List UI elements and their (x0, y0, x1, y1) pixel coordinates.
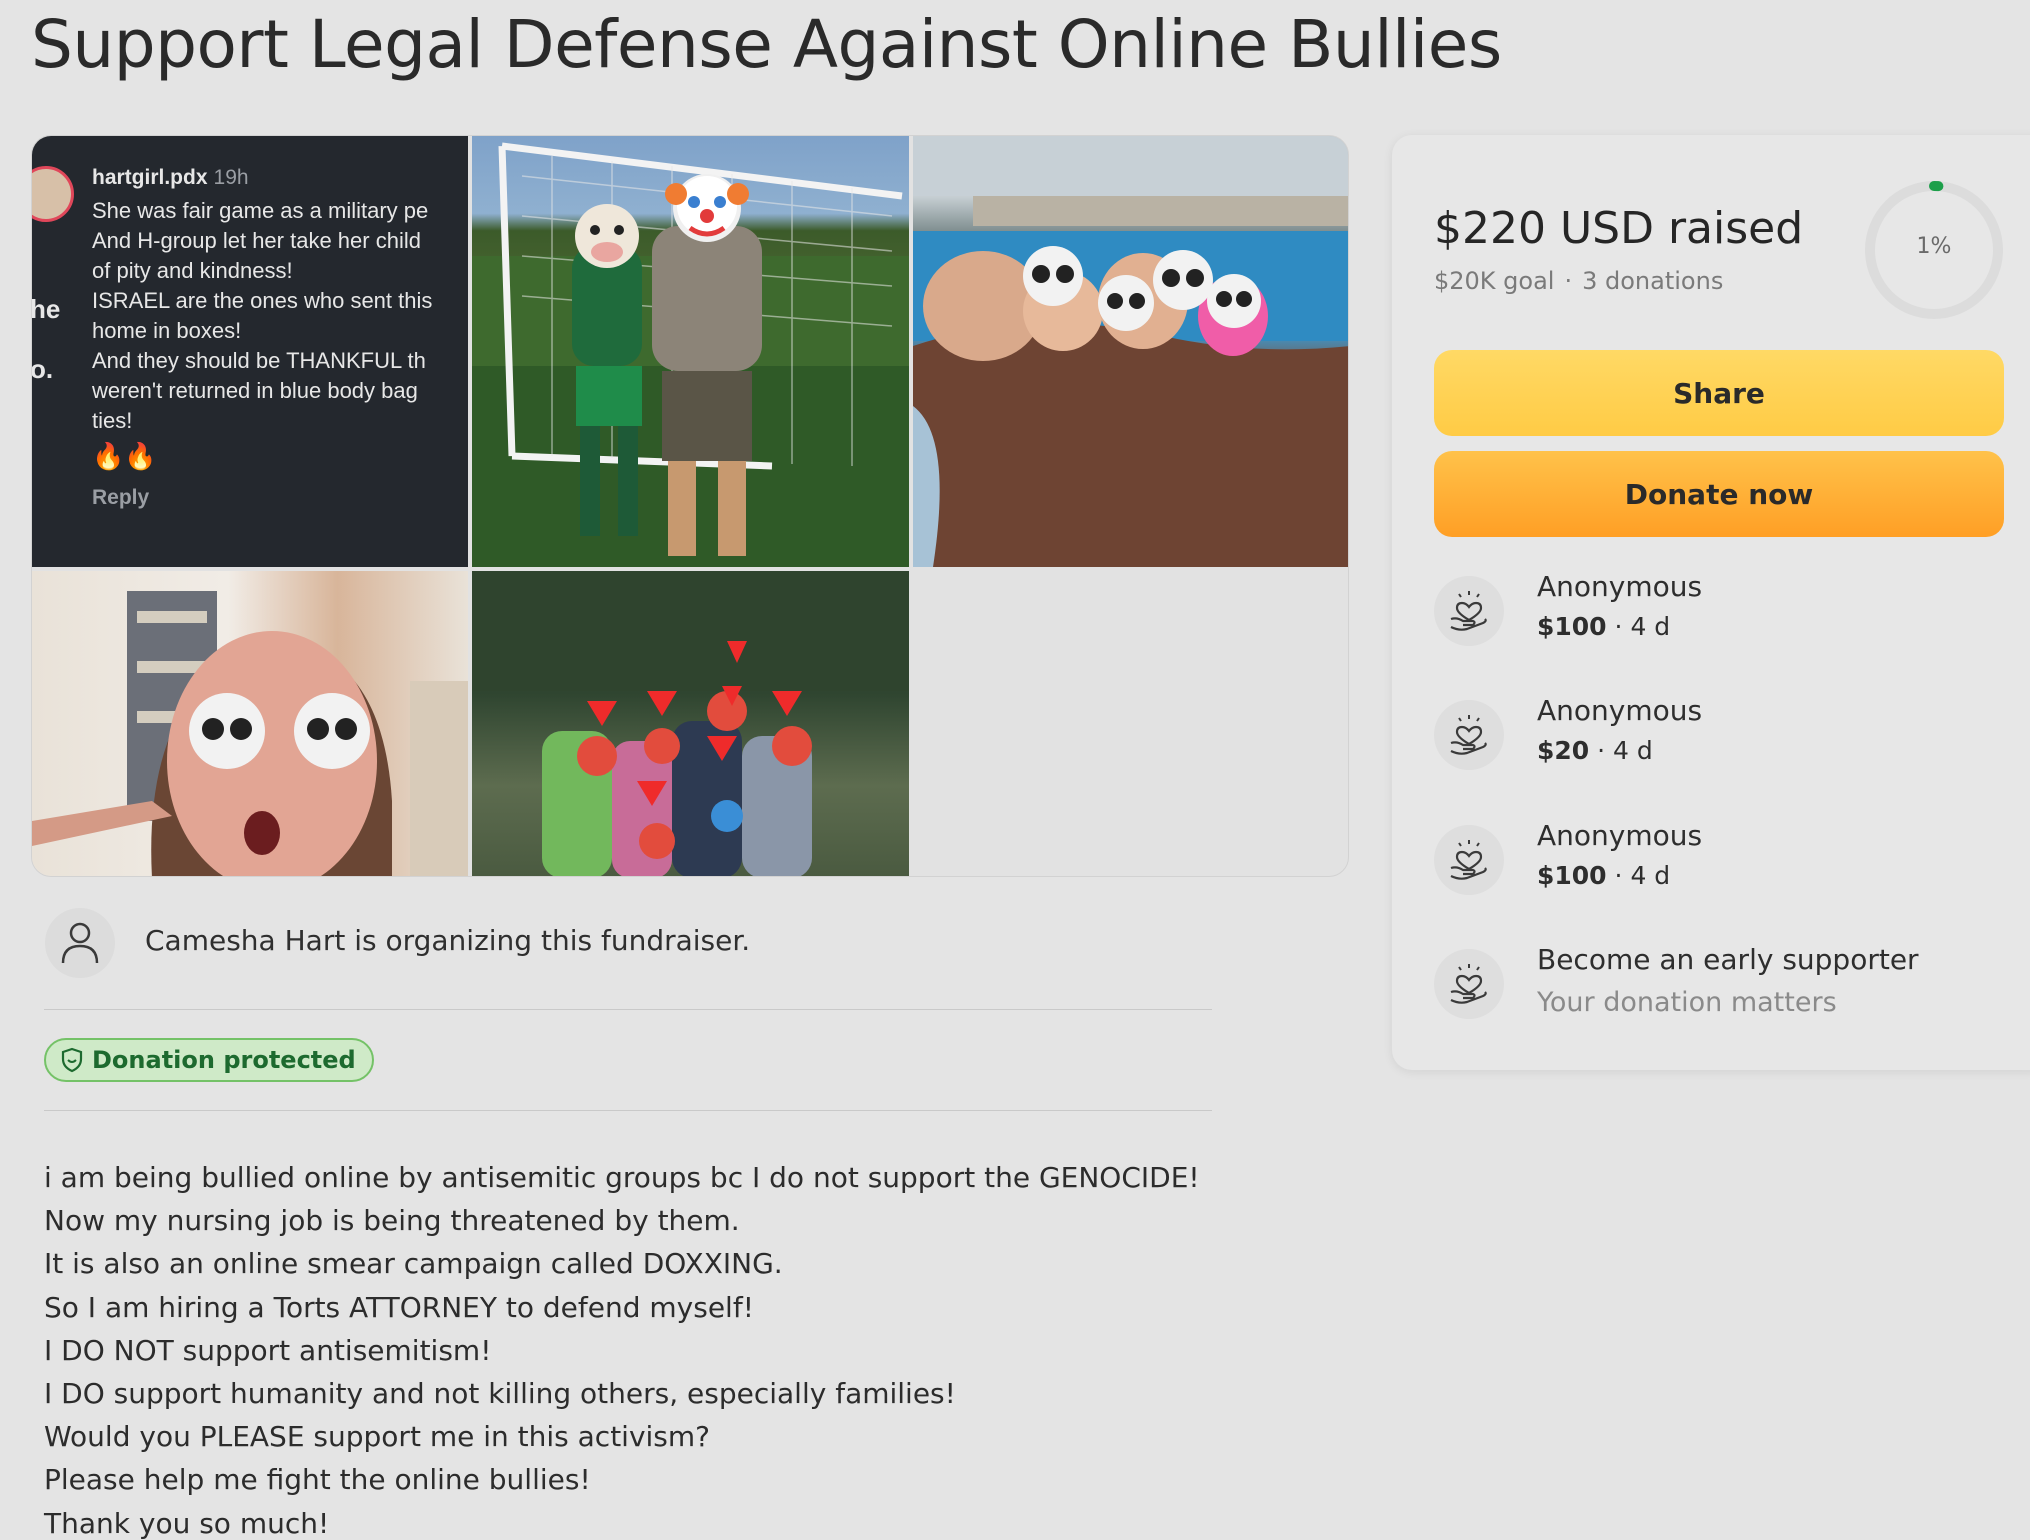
donor-name: Anonymous (1537, 819, 1703, 852)
family-scene (472, 571, 909, 876)
soccer-scene (472, 142, 909, 567)
story-line: Now my nursing job is being threatened b… (44, 1204, 740, 1238)
story-line: I DO NOT support antisemitism! (44, 1333, 492, 1367)
photo-comment-screenshot[interactable]: hartgirl.pdx 19h She was fair game as a m… (32, 136, 468, 567)
comment-edge-text: he (32, 294, 61, 324)
story-line: i am being bullied online by antisemitic… (44, 1161, 1200, 1194)
story-line: Thank you so much! (44, 1506, 330, 1540)
donor-amount-line: $20 · 4 d (1537, 736, 1653, 765)
story-line: It is also an online smear campaign call… (44, 1247, 783, 1281)
person-icon (61, 922, 99, 964)
donor-name: Anonymous (1537, 694, 1703, 727)
share-button[interactable]: Share (1434, 350, 2004, 436)
commenter-avatar (32, 166, 74, 222)
early-supporter-item[interactable]: Become an early supporter Your donation … (1434, 943, 1994, 1033)
badge-label: Donation protected (92, 1046, 356, 1074)
amount-raised: $220 USD raised (1434, 203, 1804, 254)
donor-age: 4 d (1613, 736, 1653, 765)
comment-edge-text: o. (32, 354, 54, 384)
organizer-text: Camesha Hart is organizing this fundrais… (145, 924, 751, 957)
photo-collage[interactable]: hartgirl.pdx 19h She was fair game as a m… (31, 135, 1349, 877)
photo-skull-eyes[interactable] (32, 571, 468, 876)
shield-icon (61, 1047, 83, 1073)
donor-amount-line: $100 · 4 d (1537, 861, 1671, 890)
donor-icon-wrap (1434, 700, 1504, 770)
donor-item: Anonymous $20 · 4 d (1434, 694, 1994, 784)
donor-amount: $20 (1537, 736, 1590, 765)
heart-hand-icon (1450, 964, 1487, 1004)
meta-separator: · (1564, 267, 1573, 295)
photo-family-group[interactable] (472, 571, 909, 876)
comment-reply-link: Reply (92, 486, 150, 509)
story-line: I DO support humanity and not killing ot… (44, 1377, 956, 1411)
pool-scene (913, 136, 1348, 567)
donation-protected-badge[interactable]: Donation protected (44, 1038, 374, 1082)
comment-time: 19h (213, 166, 249, 189)
donate-now-button[interactable]: Donate now (1434, 451, 2004, 537)
organizer-avatar (45, 908, 115, 978)
story-line: Would you PLEASE support me in this acti… (44, 1420, 711, 1454)
donor-age: 4 d (1630, 612, 1671, 641)
donor-amount-line: $100 · 4 d (1537, 612, 1671, 641)
divider (44, 1009, 1212, 1010)
skull-eyes-scene (32, 591, 468, 876)
early-supporter-title: Become an early supporter (1537, 943, 1919, 976)
divider (44, 1110, 1212, 1111)
donor-icon-wrap (1434, 949, 1504, 1019)
comment-username-text: hartgirl.pdx (92, 166, 208, 189)
donor-age: 4 d (1630, 861, 1671, 890)
heart-hand-icon (1450, 591, 1487, 631)
photo-pool[interactable] (913, 136, 1348, 567)
page-title: Support Legal Defense Against Online Bul… (31, 6, 1502, 83)
donor-amount: $100 (1537, 861, 1607, 890)
goal-meta: $20K goal · 3 donations (1434, 267, 1723, 295)
progress-percent: 1% (1916, 234, 1952, 259)
donor-amount: $100 (1537, 612, 1607, 641)
photo-soccer-field[interactable] (472, 136, 909, 567)
fundraiser-story: i am being bullied online by antisemitic… (44, 1156, 1244, 1540)
comment-body: She was fair game as a military pe And H… (92, 198, 433, 433)
heart-hand-icon (1450, 715, 1487, 755)
goal-amount: $20K goal (1434, 267, 1555, 295)
donor-icon-wrap (1434, 825, 1504, 895)
story-line: So I am hiring a Torts ATTORNEY to defen… (44, 1290, 754, 1324)
heart-hand-icon (1450, 840, 1487, 880)
donor-item: Anonymous $100 · 4 d (1434, 819, 1994, 909)
donor-icon-wrap (1434, 576, 1504, 646)
donor-name: Anonymous (1537, 570, 1703, 603)
early-supporter-subtitle: Your donation matters (1537, 987, 1837, 1018)
donations-count: 3 donations (1582, 267, 1724, 295)
fire-emoji: 🔥🔥 (92, 442, 157, 472)
donor-item: Anonymous $100 · 4 d (1434, 570, 1994, 660)
comment-username: hartgirl.pdx 19h (92, 166, 249, 190)
story-line: Please help me fight the online bullies! (44, 1463, 591, 1497)
